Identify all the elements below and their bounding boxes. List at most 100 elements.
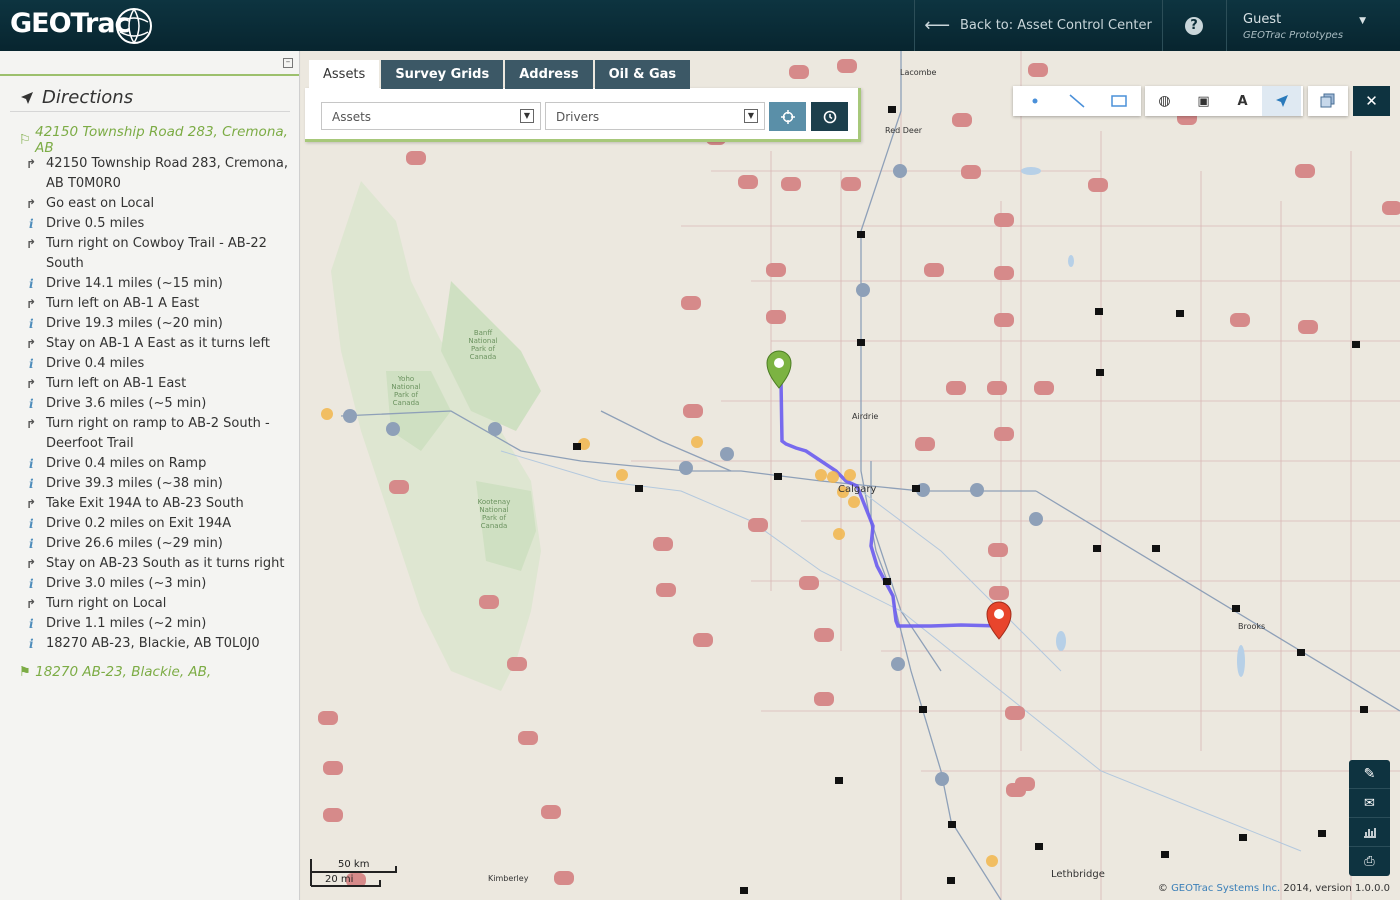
city-label: Lethbridge xyxy=(1051,869,1105,880)
locate-button[interactable] xyxy=(769,102,806,131)
info-icon: i xyxy=(29,617,34,631)
park-label: Banff National Park of Canada xyxy=(468,329,498,361)
direction-step: ↱ Turn left on AB-1 East xyxy=(26,374,296,394)
directions-sidebar: – Directions ⚐ 42150 Township Road 283, … xyxy=(0,51,300,900)
layers-icon xyxy=(1320,93,1335,108)
direction-step: i Drive 26.6 miles (~29 min) xyxy=(26,534,296,554)
turn-arrow-icon: ↱ xyxy=(26,197,37,211)
flag-start-icon: ⚐ xyxy=(20,132,31,148)
globe-tool[interactable]: ◍ xyxy=(1145,86,1184,116)
direction-step: i Drive 39.3 miles (~38 min) xyxy=(26,474,296,494)
collapse-icon[interactable]: – xyxy=(283,58,293,68)
city-label: Lacombe xyxy=(900,68,937,77)
tab-assets[interactable]: Assets xyxy=(309,60,380,89)
clock-icon xyxy=(823,110,836,123)
turn-arrow-icon: ↱ xyxy=(26,337,37,351)
layers-button[interactable] xyxy=(1308,86,1348,116)
direction-step: i Drive 1.1 miles (~2 min) xyxy=(26,614,296,634)
turn-arrow-icon: ↱ xyxy=(26,237,37,251)
attach-button[interactable]: ✎ xyxy=(1349,760,1390,789)
printer-icon: ⎙ xyxy=(1364,854,1375,869)
tab-survey-grids[interactable]: Survey Grids xyxy=(381,60,504,89)
direction-step-text: Turn right on Cowboy Trail - AB-22 South xyxy=(46,236,267,271)
close-icon: ✕ xyxy=(1365,92,1378,110)
map-canvas[interactable]: Lacombe Red Deer Airdrie Calgary Brooks … xyxy=(301,51,1400,900)
crosshair-icon xyxy=(780,109,795,124)
road-icon: A xyxy=(1237,93,1248,109)
direction-step-text: Drive 0.2 miles on Exit 194A xyxy=(46,516,232,531)
navigation-tool[interactable] xyxy=(1262,86,1301,116)
directions-heading: Directions xyxy=(42,87,134,108)
close-button[interactable]: ✕ xyxy=(1353,86,1390,116)
header-separator xyxy=(914,0,915,51)
scale-mi: 20 mi xyxy=(325,874,354,885)
park-label: Kootenay National Park of Canada xyxy=(477,498,511,530)
direction-step: i Drive 0.5 miles xyxy=(26,214,296,234)
paperclip-icon: ✎ xyxy=(1363,766,1376,782)
print-button[interactable]: ⎙ xyxy=(1349,847,1390,876)
bar-chart-icon xyxy=(1363,828,1376,838)
turn-arrow-icon: ↱ xyxy=(26,557,37,571)
back-button[interactable]: ⟵ Back to: Asset Control Center xyxy=(916,0,1160,51)
header-separator xyxy=(1226,0,1227,51)
scale-km: 50 km xyxy=(338,859,370,870)
direction-step-text: Go east on Local xyxy=(46,196,155,211)
route-end-label: 18270 AB-23, Blackie, AB, xyxy=(35,664,212,680)
tab-oil-gas[interactable]: Oil & Gas xyxy=(594,60,691,89)
driver-select[interactable]: Drivers ▼ xyxy=(545,102,765,130)
tab-address[interactable]: Address xyxy=(505,60,593,89)
report-button[interactable] xyxy=(1349,818,1390,847)
sidebar-bar: – xyxy=(0,51,299,76)
draw-tools xyxy=(1013,86,1141,116)
user-menu[interactable]: Guest GEOTrac Prototypes ▼ xyxy=(1228,0,1400,51)
direction-step-text: Drive 3.6 miles (~5 min) xyxy=(46,396,207,411)
direction-step: i Drive 0.2 miles on Exit 194A xyxy=(26,514,296,534)
direction-step: i Drive 3.6 miles (~5 min) xyxy=(26,394,296,414)
direction-step-text: Stay on AB-23 South as it turns right xyxy=(46,556,285,571)
point-icon xyxy=(1032,98,1037,104)
direction-step-text: Drive 19.3 miles (~20 min) xyxy=(46,316,223,331)
info-icon: i xyxy=(29,397,34,411)
direction-step: i Drive 19.3 miles (~20 min) xyxy=(26,314,296,334)
direction-step: i Drive 0.4 miles on Ramp xyxy=(26,454,296,474)
turn-arrow-icon: ↱ xyxy=(26,377,37,391)
point-tool[interactable] xyxy=(1015,86,1054,116)
road-tool[interactable]: A xyxy=(1223,86,1262,116)
map-layer xyxy=(301,51,1400,900)
direction-step: ↱ 42150 Township Road 283, Cremona, AB T0… xyxy=(26,154,296,194)
navigation-arrow-icon xyxy=(21,91,33,104)
direction-step-text: Drive 0.4 miles on Ramp xyxy=(46,456,207,471)
direction-step-text: Drive 14.1 miles (~15 min) xyxy=(46,276,223,291)
direction-step-text: Turn left on AB-1 East xyxy=(46,376,187,391)
line-tool[interactable] xyxy=(1057,86,1096,116)
divider xyxy=(10,111,290,112)
route-end: ⚑ 18270 AB-23, Blackie, AB, xyxy=(20,664,211,680)
navigation-arrow-icon xyxy=(1275,95,1288,107)
arrow-left-icon: ⟵ xyxy=(924,15,950,36)
help-button[interactable]: ? xyxy=(1163,0,1225,51)
chevron-down-icon: ▼ xyxy=(744,109,758,123)
asset-select[interactable]: Assets ▼ xyxy=(321,102,541,130)
flag-end-icon: ⚑ xyxy=(20,664,31,680)
info-icon: i xyxy=(29,457,34,471)
info-icon: i xyxy=(29,357,34,371)
turn-arrow-icon: ↱ xyxy=(26,297,37,311)
direction-step: ↱ Take Exit 194A to AB-23 South xyxy=(26,494,296,514)
caret-down-icon: ▼ xyxy=(1359,16,1366,26)
turn-arrow-icon: ↱ xyxy=(26,417,37,431)
company-link[interactable]: GEOTrac Systems Inc. xyxy=(1171,883,1280,894)
direction-steps: ↱ 42150 Township Road 283, Cremona, AB T0… xyxy=(26,154,296,654)
direction-step: ↱ Turn right on Cowboy Trail - AB-22 Sout… xyxy=(26,234,296,274)
history-button[interactable] xyxy=(811,102,848,131)
rectangle-tool[interactable] xyxy=(1099,86,1138,116)
camera-tool[interactable]: ▣ xyxy=(1184,86,1223,116)
map-scale: 50 km 20 mi xyxy=(310,858,400,888)
city-label: Calgary xyxy=(838,484,877,495)
email-button[interactable]: ✉ xyxy=(1349,789,1390,818)
driver-select-value: Drivers xyxy=(556,110,600,124)
direction-step-text: Turn right on Local xyxy=(46,596,167,611)
turn-arrow-icon: ↱ xyxy=(26,157,37,171)
map-tools: ◍ ▣ A xyxy=(1145,86,1303,116)
direction-step: ↱ Stay on AB-1 A East as it turns left xyxy=(26,334,296,354)
envelope-icon: ✉ xyxy=(1364,795,1375,811)
